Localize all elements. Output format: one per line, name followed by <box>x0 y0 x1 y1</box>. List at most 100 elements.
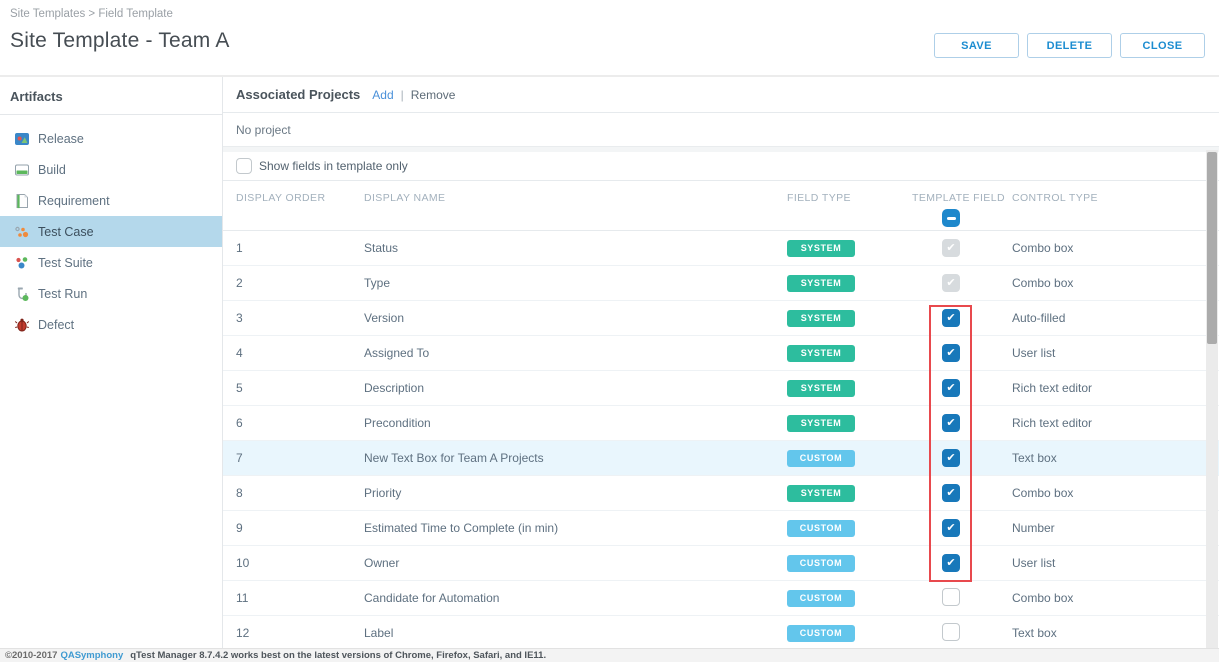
table-row[interactable]: 11 Candidate for Automation CUSTOM Combo… <box>223 581 1219 616</box>
template-field-cell <box>912 274 1012 292</box>
display-order-cell: 7 <box>236 451 243 465</box>
display-name-cell: Version <box>364 311 405 325</box>
qasymphony-link[interactable]: QASymphony <box>60 650 123 661</box>
display-name-cell: Candidate for Automation <box>364 591 500 605</box>
sidebar-item-test-case[interactable]: Test Case <box>0 216 222 247</box>
vertical-scrollbar-thumb[interactable] <box>1207 152 1217 344</box>
template-field-checkbox[interactable] <box>942 519 960 537</box>
field-type-badge: SYSTEM <box>787 274 855 292</box>
table-header: DISPLAY ORDER DISPLAY NAME FIELD TYPE TE… <box>223 181 1219 231</box>
template-field-checkbox[interactable] <box>942 414 960 432</box>
display-name-cell: Priority <box>364 486 402 500</box>
remove-project-link[interactable]: Remove <box>411 88 456 102</box>
field-type-badge: CUSTOM <box>787 519 855 537</box>
sidebar-item-label: Test Suite <box>38 255 93 270</box>
field-type-cell: SYSTEM <box>787 274 912 292</box>
template-field-cell <box>912 379 1012 397</box>
sidebar-item-defect[interactable]: Defect <box>0 309 222 340</box>
table-row[interactable]: 2 Type SYSTEM Combo box <box>223 266 1219 301</box>
delete-button[interactable]: DELETE <box>1027 33 1112 58</box>
table-row[interactable]: 10 Owner CUSTOM User list <box>223 546 1219 581</box>
filter-row: Show fields in template only <box>223 152 1219 181</box>
associated-projects-header: Associated Projects Add | Remove <box>223 77 1219 113</box>
add-project-link[interactable]: Add <box>372 88 393 102</box>
template-field-checkbox[interactable] <box>942 622 960 641</box>
sidebar-item-release[interactable]: Release <box>0 123 222 154</box>
column-display-order: DISPLAY ORDER <box>236 192 326 204</box>
site-template-page: Site Templates > Field Template Site Tem… <box>0 0 1219 662</box>
template-field-cell <box>912 519 1012 537</box>
display-order-cell: 5 <box>236 381 243 395</box>
column-template-field-label: TEMPLATE FIELD <box>912 192 1005 204</box>
display-order-cell: 2 <box>236 276 243 290</box>
display-order-cell: 12 <box>236 626 250 640</box>
show-fields-checkbox[interactable] <box>236 158 252 174</box>
breadcrumb: Site Templates > Field Template <box>10 8 173 20</box>
control-type-cell: Text box <box>1012 451 1057 465</box>
close-button[interactable]: CLOSE <box>1120 33 1205 58</box>
template-field-checkbox[interactable] <box>942 554 960 572</box>
sidebar-item-label: Test Run <box>38 286 88 301</box>
field-type-badge: SYSTEM <box>787 344 855 362</box>
field-type-cell: CUSTOM <box>787 624 912 642</box>
sidebar-item-requirement[interactable]: Requirement <box>0 185 222 216</box>
field-type-cell: SYSTEM <box>787 344 912 362</box>
display-order-cell: 6 <box>236 416 243 430</box>
control-type-cell: Rich text editor <box>1012 381 1093 395</box>
build-icon <box>14 162 30 178</box>
field-type-badge: CUSTOM <box>787 554 855 572</box>
control-type-cell: User list <box>1012 556 1056 570</box>
sidebar-item-build[interactable]: Build <box>0 154 222 185</box>
field-type-cell: SYSTEM <box>787 484 912 502</box>
display-order-cell: 9 <box>236 521 243 535</box>
sidebar-item-test-suite[interactable]: Test Suite <box>0 247 222 278</box>
sidebar-item-test-run[interactable]: Test Run <box>0 278 222 309</box>
display-name-cell: Type <box>364 276 391 290</box>
table-row[interactable]: 5 Description SYSTEM Rich text editor <box>223 371 1219 406</box>
table-row[interactable]: 3 Version SYSTEM Auto-filled <box>223 301 1219 336</box>
field-type-cell: SYSTEM <box>787 379 912 397</box>
column-template-field: TEMPLATE FIELD <box>912 192 1012 230</box>
save-button[interactable]: SAVE <box>934 33 1019 58</box>
control-type-cell: Combo box <box>1012 241 1074 255</box>
field-type-badge: CUSTOM <box>787 624 855 642</box>
template-field-checkbox[interactable] <box>942 484 960 502</box>
template-field-checkbox[interactable] <box>942 449 960 467</box>
template-field-checkbox <box>942 274 960 292</box>
template-field-checkbox[interactable] <box>942 379 960 397</box>
template-field-cell <box>912 414 1012 432</box>
display-order-cell: 10 <box>236 556 250 570</box>
toolbar: SAVE DELETE CLOSE <box>934 33 1205 58</box>
table-row[interactable]: 6 Precondition SYSTEM Rich text editor <box>223 406 1219 441</box>
field-type-badge: SYSTEM <box>787 414 855 432</box>
main-panel: Associated Projects Add | Remove No proj… <box>223 77 1219 648</box>
sidebar-title: Artifacts <box>0 89 222 115</box>
template-field-select-all-checkbox[interactable] <box>942 209 960 227</box>
field-type-cell: CUSTOM <box>787 554 912 572</box>
template-field-checkbox[interactable] <box>942 344 960 362</box>
template-field-cell <box>912 622 1012 644</box>
control-type-cell: Combo box <box>1012 486 1074 500</box>
no-project-text: No project <box>236 122 291 137</box>
display-order-cell: 11 <box>236 591 249 605</box>
table-row[interactable]: 7 New Text Box for Team A Projects CUSTO… <box>223 441 1219 476</box>
table-row[interactable]: 1 Status SYSTEM Combo box <box>223 231 1219 266</box>
artifacts-sidebar: Artifacts Release Build Requirement Test… <box>0 77 223 648</box>
defect-icon <box>14 317 30 333</box>
column-field-type: FIELD TYPE <box>787 192 851 204</box>
display-name-cell: New Text Box for Team A Projects <box>364 451 544 465</box>
table-row[interactable]: 8 Priority SYSTEM Combo box <box>223 476 1219 511</box>
column-control-type: CONTROL TYPE <box>1012 192 1098 204</box>
template-field-checkbox[interactable] <box>942 309 960 327</box>
table-row[interactable]: 4 Assigned To SYSTEM User list <box>223 336 1219 371</box>
sidebar-item-label: Release <box>38 131 84 146</box>
table-row[interactable]: 12 Label CUSTOM Text box <box>223 616 1219 648</box>
vertical-scrollbar-track[interactable] <box>1206 150 1218 648</box>
display-name-cell: Precondition <box>364 416 431 430</box>
template-field-cell <box>912 554 1012 572</box>
field-type-badge: SYSTEM <box>787 239 855 257</box>
table-row[interactable]: 9 Estimated Time to Complete (in min) CU… <box>223 511 1219 546</box>
sidebar-item-label: Requirement <box>38 193 110 208</box>
template-field-cell <box>912 484 1012 502</box>
template-field-checkbox[interactable] <box>942 587 960 606</box>
